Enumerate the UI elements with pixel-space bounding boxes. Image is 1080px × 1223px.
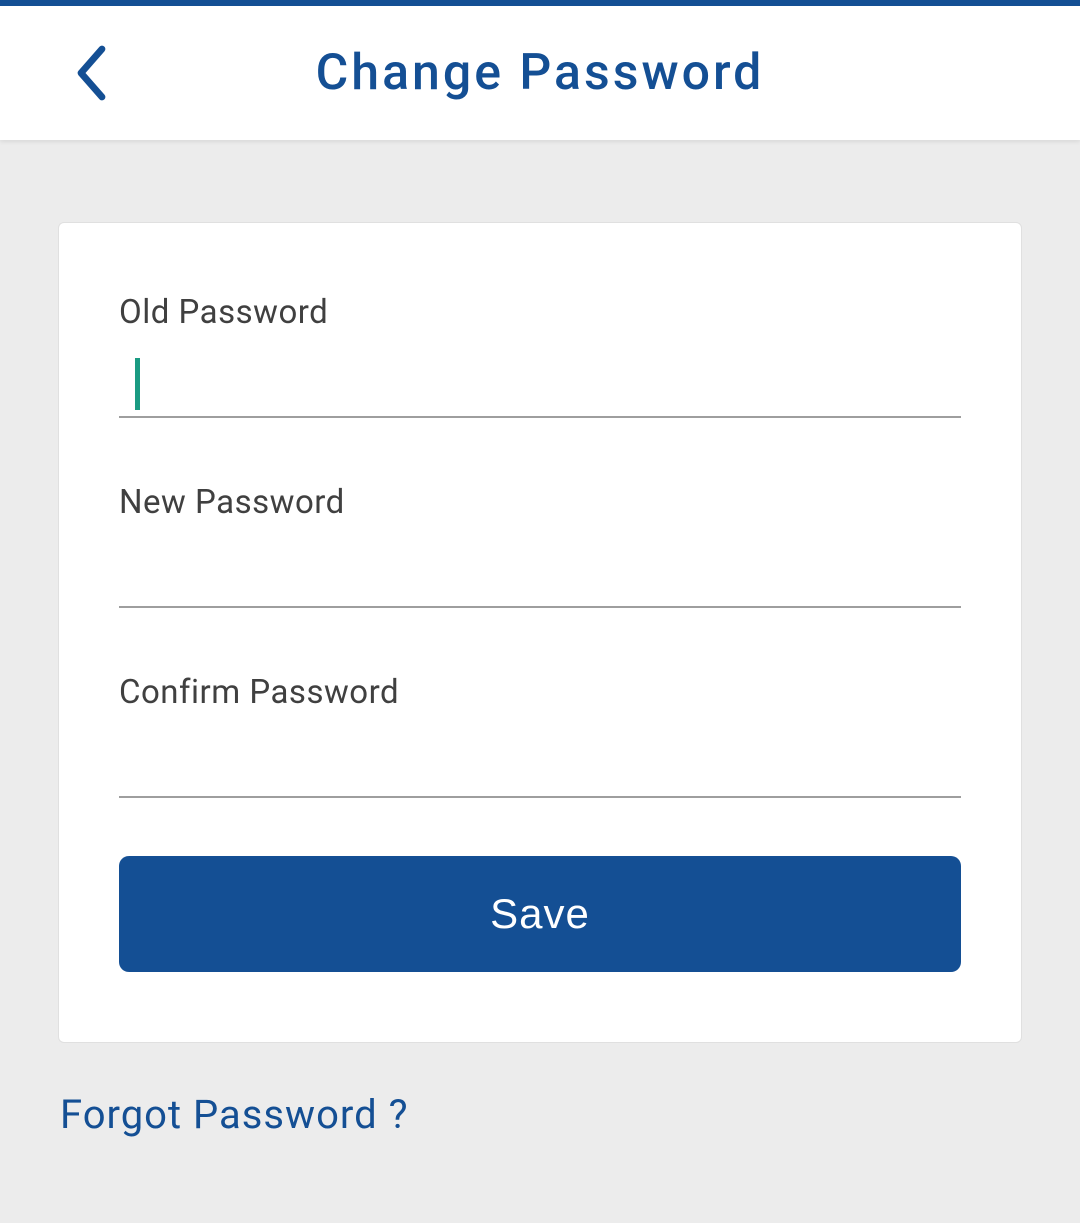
new-password-input[interactable] [119, 530, 961, 608]
chevron-left-icon [72, 43, 108, 103]
back-button[interactable] [60, 43, 120, 103]
save-button[interactable]: Save [119, 856, 961, 972]
confirm-password-field: Confirm Password [119, 673, 961, 798]
new-password-field: New Password [119, 483, 961, 608]
text-cursor [135, 358, 140, 410]
forgot-password-link[interactable]: Forgot Password ? [58, 1091, 1022, 1138]
content-area: Old Password New Password Confirm Passwo… [0, 140, 1080, 1178]
new-password-label: New Password [119, 483, 961, 522]
old-password-label: Old Password [119, 293, 961, 332]
page-title: Change Password [30, 44, 1050, 102]
old-password-field: Old Password [119, 293, 961, 418]
confirm-password-label: Confirm Password [119, 673, 961, 712]
old-password-input[interactable] [119, 340, 961, 418]
confirm-password-input[interactable] [119, 720, 961, 798]
form-card: Old Password New Password Confirm Passwo… [58, 222, 1022, 1043]
app-header: Change Password [0, 0, 1080, 140]
